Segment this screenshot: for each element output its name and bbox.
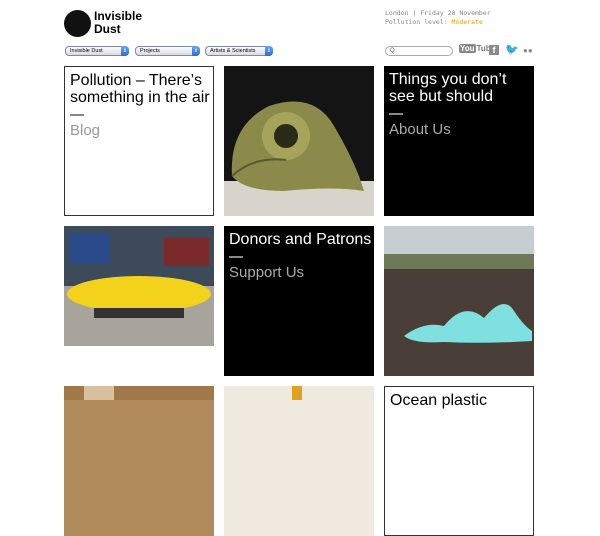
pollution-value: Moderate	[451, 18, 483, 26]
tile-workshop-image[interactable]	[64, 386, 214, 536]
search-icon: Q	[390, 48, 395, 54]
about-link[interactable]: About Us	[384, 115, 534, 138]
ammonite-sculpture-image	[224, 66, 374, 216]
tile-title: Pollution – There’s something in the air	[70, 72, 210, 106]
select-value: Projects	[140, 48, 160, 54]
blog-link[interactable]: Blog	[65, 116, 213, 139]
tile-title: Things you don’t see but should	[389, 71, 507, 105]
tile-landscape-image[interactable]	[384, 226, 534, 376]
support-link[interactable]: Support Us	[224, 258, 374, 281]
facebook-icon[interactable]: f	[489, 45, 499, 55]
status-panel: London | Friday 28 November Pollution le…	[385, 9, 491, 27]
location-date: London | Friday 28 November	[385, 9, 491, 17]
youtube-you: You	[459, 44, 476, 53]
twitter-icon[interactable]: 🐦	[505, 43, 519, 56]
chevron-updown-icon: ⇕	[265, 46, 273, 56]
tile-title: Donors and Patrons	[229, 231, 372, 248]
tile-ammonite-image[interactable]	[224, 66, 374, 216]
logo-text[interactable]: Invisible Dust	[94, 10, 142, 36]
pollution-level: Pollution level: Moderate	[385, 18, 491, 27]
bottle-image	[292, 386, 302, 400]
tile-bottle-image[interactable]	[224, 386, 374, 536]
select-artists-scientists[interactable]: Artists & Scientists ⇕	[205, 46, 273, 56]
tile-about[interactable]: Things you don’t see but should About Us	[384, 66, 534, 216]
select-invisible-dust[interactable]: Invisible Dust ⇕	[65, 46, 129, 56]
moorland-sculpture-image	[384, 226, 534, 376]
chevron-updown-icon: ⇕	[121, 46, 129, 56]
pollution-label: Pollution level:	[385, 18, 448, 26]
tile-ocean-plastic[interactable]: Ocean plastic	[384, 386, 534, 536]
tile-support[interactable]: Donors and Patrons Support Us	[224, 226, 374, 376]
select-value: Invisible Dust	[70, 48, 103, 54]
select-value: Artists & Scientists	[210, 48, 256, 54]
workshop-image	[64, 386, 214, 400]
select-projects[interactable]: Projects ⇕	[135, 46, 200, 56]
logo-mark[interactable]	[64, 10, 91, 37]
chevron-updown-icon: ⇕	[192, 46, 200, 56]
logo-line-2: Dust	[94, 22, 121, 36]
tile-blog[interactable]: Pollution – There’s something in the air…	[64, 66, 214, 216]
tile-title: Ocean plastic	[390, 392, 487, 409]
yellow-submarine-image	[64, 226, 214, 346]
flickr-icon[interactable]: ●●	[523, 46, 533, 55]
search-input[interactable]: Q	[385, 46, 453, 56]
tile-submarine-image[interactable]	[64, 226, 214, 346]
